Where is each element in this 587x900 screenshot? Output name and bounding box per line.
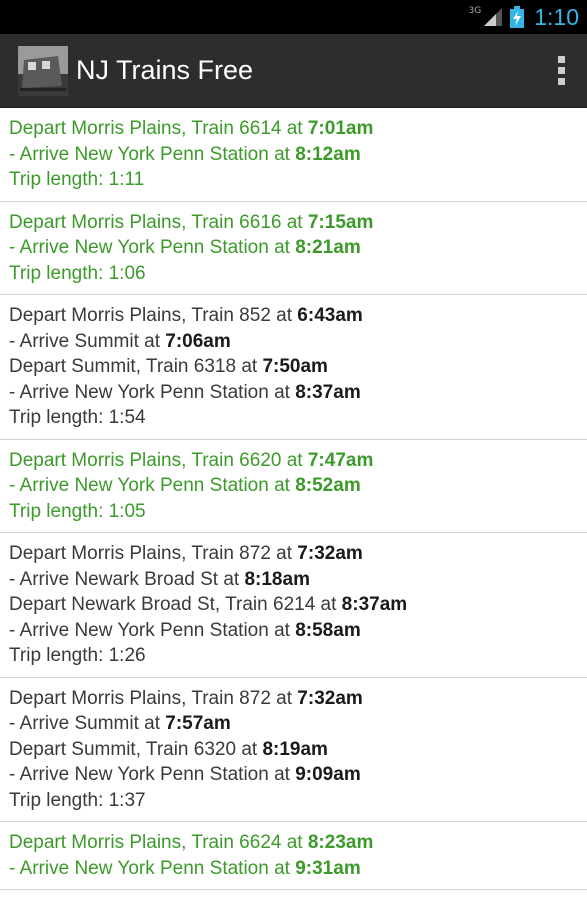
depart-text: Depart Morris Plains, Train 6624 at [9, 832, 308, 853]
network-type-label: 3G [468, 6, 482, 16]
arrive-text: - Arrive Newark Broad St at [9, 568, 245, 590]
depart-line: Depart Morris Plains, Train 6620 at 7:47… [9, 448, 579, 474]
arrive-time: 8:18am [244, 568, 310, 590]
app-title: NJ Trains Free [76, 55, 254, 85]
arrive-time: 8:58am [295, 619, 361, 641]
arrive-time: 8:52am [295, 475, 361, 496]
arrive-text: - Arrive New York Penn Station at [9, 381, 296, 403]
trip-length: Trip length: 1:37 [9, 789, 146, 811]
arrive-text: - Arrive New York Penn Station at [9, 237, 296, 258]
arrive-text: - Arrive New York Penn Station at [9, 475, 296, 496]
arrive-line: - Arrive New York Penn Station at 8:52am [9, 473, 579, 499]
trip-length: Trip length: 1:54 [9, 407, 146, 428]
depart-text: Depart Morris Plains, Train 872 at [9, 687, 298, 709]
arrive-line: - Arrive New York Penn Station at 8:12am [9, 142, 579, 168]
arrive-line: - Arrive Summit at 7:57am [9, 711, 579, 737]
trip-item[interactable]: Depart Morris Plains, Train 872 at 7:32a… [0, 533, 587, 678]
depart-time: 7:47am [307, 449, 374, 471]
depart-line: Depart Summit, Train 6318 at 7:50am [9, 354, 579, 380]
depart-time: 7:50am [262, 356, 328, 377]
depart-line: Depart Morris Plains, Train 6614 at 7:01… [9, 116, 579, 142]
signal-icon [484, 8, 503, 26]
arrive-time: 8:21am [295, 237, 361, 258]
arrive-text: - Arrive New York Penn Station at [9, 619, 296, 641]
clock: 1:10 [534, 3, 579, 30]
trip-list[interactable]: Depart Morris Plains, Train 6614 at 7:01… [0, 108, 587, 890]
depart-line: Depart Morris Plains, Train 872 at 7:32a… [9, 686, 579, 712]
depart-time: 8:23am [307, 832, 374, 853]
trip-item[interactable]: Depart Morris Plains, Train 6614 at 7:01… [0, 108, 587, 202]
depart-text: Depart Morris Plains, Train 6620 at [9, 449, 308, 471]
app-logo-icon[interactable] [18, 45, 68, 96]
overflow-menu-icon[interactable] [541, 41, 581, 101]
arrive-text: - Arrive New York Penn Station at [9, 857, 296, 879]
depart-text: Depart Summit, Train 6320 at [9, 738, 263, 760]
depart-line: Depart Morris Plains, Train 872 at 7:32a… [9, 541, 579, 567]
arrive-line: - Arrive New York Penn Station at 9:09am [9, 762, 579, 788]
trip-item[interactable]: Depart Morris Plains, Train 6620 at 7:47… [0, 440, 587, 533]
arrive-time: 8:12am [295, 143, 361, 165]
action-bar: NJ Trains Free [0, 34, 587, 108]
depart-line: Depart Morris Plains, Train 852 at 6:43a… [9, 303, 579, 329]
arrive-line: - Arrive New York Penn Station at 8:37am [9, 380, 579, 406]
arrive-time: 9:09am [295, 764, 361, 785]
depart-text: Depart Morris Plains, Train 872 at [9, 543, 298, 564]
depart-time: 7:01am [307, 118, 374, 139]
depart-time: 7:32am [297, 543, 363, 564]
status-bar: 3G 1:10 [0, 0, 587, 34]
depart-text: Depart Morris Plains, Train 6616 at [9, 211, 308, 233]
depart-text: Depart Morris Plains, Train 852 at [9, 305, 298, 326]
arrive-line: - Arrive New York Penn Station at 8:58am [9, 618, 579, 644]
arrive-text: - Arrive New York Penn Station at [9, 143, 296, 165]
arrive-line: - Arrive Newark Broad St at 8:18am [9, 567, 579, 593]
trip-length: Trip length: 1:06 [9, 262, 146, 284]
arrive-time: 9:31am [295, 857, 361, 879]
depart-line: Depart Morris Plains, Train 6624 at 8:23… [9, 830, 579, 856]
arrive-time: 7:57am [165, 713, 231, 734]
trip-length: Trip length: 1:05 [9, 500, 146, 522]
arrive-text: - Arrive Summit at [9, 330, 166, 352]
trip-length: Trip length: 1:11 [9, 169, 145, 190]
arrive-line: - Arrive New York Penn Station at 9:31am [9, 856, 579, 882]
depart-text: Depart Summit, Train 6318 at [9, 356, 263, 377]
depart-line: Depart Summit, Train 6320 at 8:19am [9, 737, 579, 763]
depart-time: 8:19am [262, 738, 328, 760]
depart-line: Depart Newark Broad St, Train 6214 at 8:… [9, 592, 579, 618]
arrive-text: - Arrive Summit at [9, 713, 166, 734]
arrive-time: 7:06am [165, 330, 231, 352]
arrive-time: 8:37am [295, 381, 361, 403]
trip-length: Trip length: 1:26 [9, 645, 146, 666]
depart-time: 8:37am [341, 594, 408, 615]
trip-item[interactable]: Depart Morris Plains, Train 872 at 7:32a… [0, 678, 587, 822]
depart-text: Depart Newark Broad St, Train 6214 at [9, 594, 342, 615]
arrive-line: - Arrive Summit at 7:06am [9, 329, 579, 355]
depart-time: 6:43am [297, 305, 363, 326]
depart-time: 7:32am [297, 687, 363, 709]
arrive-text: - Arrive New York Penn Station at [9, 764, 296, 785]
depart-time: 7:15am [307, 211, 374, 233]
depart-text: Depart Morris Plains, Train 6614 at [9, 118, 308, 139]
trip-item[interactable]: Depart Morris Plains, Train 6616 at 7:15… [0, 202, 587, 295]
battery-icon [510, 6, 525, 28]
trip-item[interactable]: Depart Morris Plains, Train 852 at 6:43a… [0, 295, 587, 440]
arrive-line: - Arrive New York Penn Station at 8:21am [9, 235, 579, 261]
depart-line: Depart Morris Plains, Train 6616 at 7:15… [9, 210, 579, 236]
trip-item[interactable]: Depart Morris Plains, Train 6624 at 8:23… [0, 822, 587, 890]
